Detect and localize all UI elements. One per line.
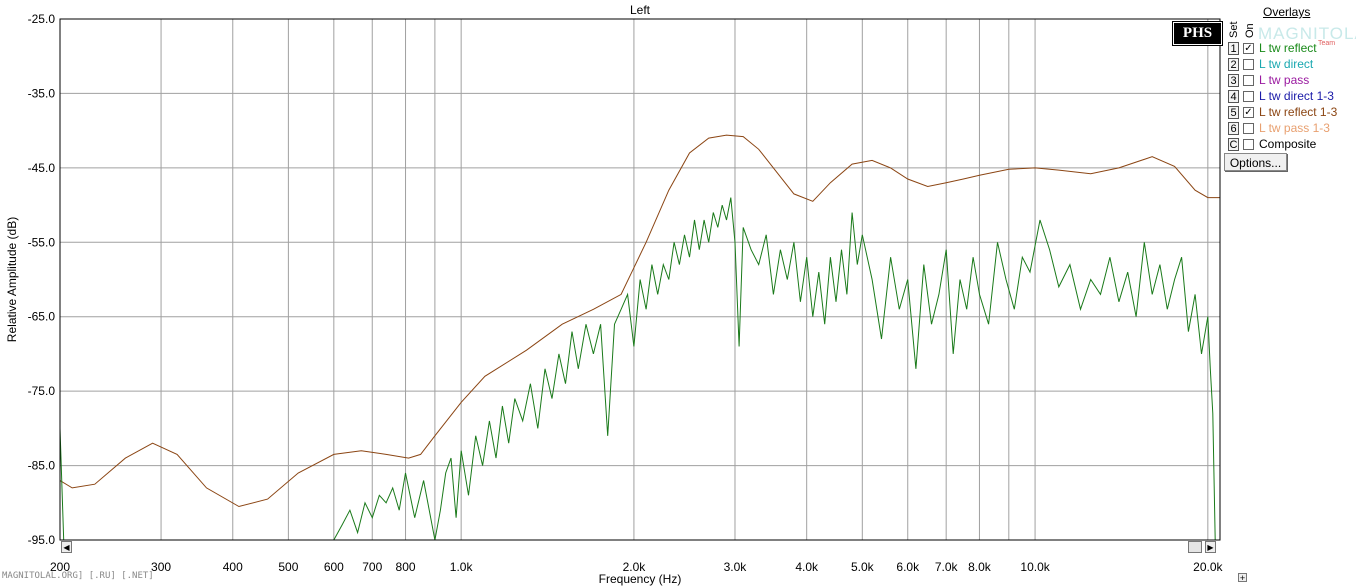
y-tick-label: -95.0 bbox=[28, 533, 56, 547]
x-tick-label: 800 bbox=[396, 560, 416, 574]
x-tick-label: 8.0k bbox=[968, 560, 992, 574]
corner-expand-icon[interactable]: + bbox=[1238, 573, 1247, 583]
y-tick-label: -75.0 bbox=[28, 384, 56, 398]
x-tick-label: 5.0k bbox=[851, 560, 875, 574]
overlay-checkbox[interactable] bbox=[1243, 138, 1254, 150]
overlay-set-button[interactable]: 1 bbox=[1228, 41, 1239, 55]
overlay-label: L tw pass 1-3 bbox=[1259, 121, 1330, 135]
x-tick-label: 3.0k bbox=[724, 560, 748, 574]
overlay-row: 1 ✓ L tw reflect bbox=[1228, 40, 1317, 56]
overlay-set-button[interactable]: 4 bbox=[1228, 89, 1239, 103]
series-line-l-tw-reflect bbox=[60, 197, 1216, 540]
x-tick-label: 20.0k bbox=[1193, 560, 1223, 574]
overlay-label: L tw direct 1-3 bbox=[1259, 89, 1334, 103]
overlay-checkbox[interactable] bbox=[1243, 122, 1254, 134]
x-tick-label: 400 bbox=[223, 560, 243, 574]
x-tick-label: 500 bbox=[278, 560, 298, 574]
overlay-checkbox[interactable]: ✓ bbox=[1243, 42, 1254, 54]
overlay-set-button[interactable]: 3 bbox=[1228, 73, 1239, 87]
x-tick-label: 7.0k bbox=[935, 560, 959, 574]
x-tick-label: 300 bbox=[151, 560, 171, 574]
x-tick-label: 600 bbox=[324, 560, 344, 574]
overlays-title: Overlays bbox=[1263, 5, 1311, 19]
overlay-set-button[interactable]: C bbox=[1228, 137, 1239, 151]
overlay-label: L tw direct bbox=[1259, 57, 1314, 71]
overlay-checkbox[interactable] bbox=[1243, 90, 1254, 102]
x-tick-label: 700 bbox=[362, 560, 382, 574]
overlay-label: L tw pass bbox=[1259, 73, 1310, 87]
overlay-row: 6 L tw pass 1-3 bbox=[1228, 120, 1330, 136]
y-tick-label: -55.0 bbox=[28, 235, 56, 249]
tick-labels: -25.0 -35.0 -45.0 -55.0 -65.0 -75.0 -85.0 -95.0… bbox=[28, 12, 1224, 574]
y-tick-label: -25.0 bbox=[28, 12, 56, 26]
set-column-header: Set bbox=[1228, 21, 1240, 38]
x-axis-label: Frequency (Hz) bbox=[599, 572, 682, 586]
series-line-l-tw-reflect-1-3 bbox=[60, 134, 1220, 508]
y-tick-label: -35.0 bbox=[28, 86, 56, 100]
y-axis-label: Relative Amplitude (dB) bbox=[5, 217, 19, 342]
y-tick-label: -85.0 bbox=[28, 459, 56, 473]
watermark-text: MAGNITOLAL.ORG] [.RU] [.NET] bbox=[2, 571, 154, 581]
on-column-header: On bbox=[1244, 23, 1256, 38]
y-tick-label: -65.0 bbox=[28, 310, 56, 324]
x-tick-label: 10.0k bbox=[1020, 560, 1050, 574]
overlay-row: C Composite bbox=[1228, 136, 1316, 152]
overlay-set-button[interactable]: 6 bbox=[1228, 121, 1239, 135]
x-tick-label: 4.0k bbox=[795, 560, 819, 574]
y-tick-label: -45.0 bbox=[28, 161, 56, 175]
watermark-team: Team bbox=[1318, 40, 1336, 47]
overlay-row: 3 L tw pass bbox=[1228, 72, 1309, 88]
chart-title: Left bbox=[630, 3, 651, 17]
series-layer bbox=[60, 134, 1220, 541]
overlay-label: Composite bbox=[1259, 137, 1317, 151]
overlay-row: 2 L tw direct bbox=[1228, 56, 1313, 72]
overlay-label: L tw reflect bbox=[1259, 41, 1317, 55]
scroll-right-arrow-icon[interactable]: ▶ bbox=[1205, 541, 1216, 553]
overlay-row: 5 ✓ L tw reflect 1-3 bbox=[1228, 104, 1337, 120]
x-tick-label: 1.0k bbox=[450, 560, 474, 574]
scroll-left-arrow-icon[interactable]: ◀ bbox=[61, 541, 72, 553]
overlay-checkbox[interactable] bbox=[1243, 58, 1254, 70]
overlay-checkbox[interactable]: ✓ bbox=[1243, 106, 1254, 118]
phs-logo: PHS bbox=[1172, 21, 1223, 46]
x-tick-label: 6.0k bbox=[896, 560, 920, 574]
overlay-row: 4 L tw direct 1-3 bbox=[1228, 88, 1334, 104]
overlay-set-button[interactable]: 2 bbox=[1228, 57, 1239, 71]
overlay-label: L tw reflect 1-3 bbox=[1259, 105, 1338, 119]
overlay-set-button[interactable]: 5 bbox=[1228, 105, 1239, 119]
options-button[interactable]: Options... bbox=[1224, 153, 1287, 171]
chart-canvas: -25.0 -35.0 -45.0 -55.0 -65.0 -75.0 -85.0 -95.0… bbox=[5, 3, 1224, 586]
scrollbar-thumb[interactable] bbox=[1188, 541, 1202, 553]
overlay-checkbox[interactable] bbox=[1243, 74, 1254, 86]
